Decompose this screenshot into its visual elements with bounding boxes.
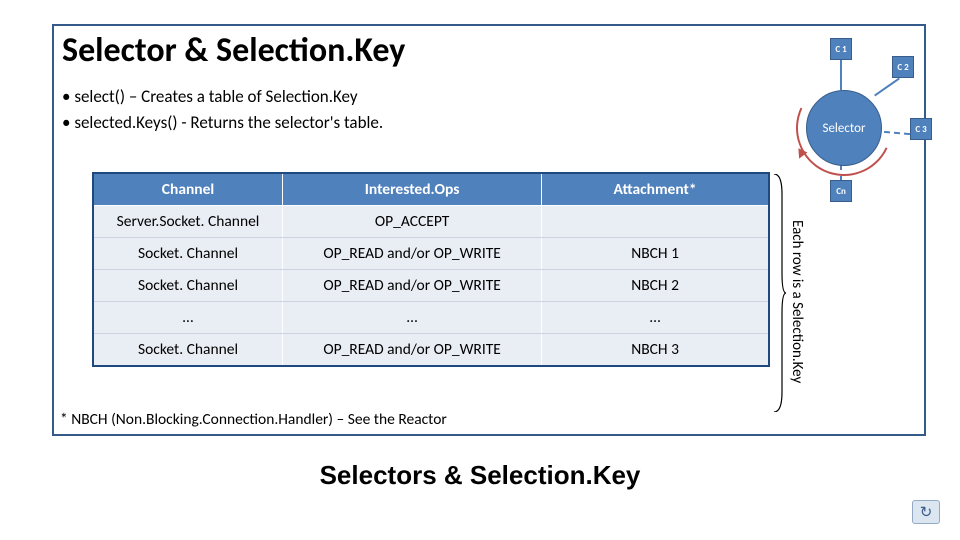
cell-ops: OP_ACCEPT xyxy=(283,206,542,238)
table-row: Socket. Channel OP_READ and/or OP_WRITE … xyxy=(93,270,769,302)
refresh-glyph: ↻ xyxy=(920,503,933,522)
bullet-item: select() – Creates a table of Selection.… xyxy=(62,84,383,110)
col-header-channel: Channel xyxy=(93,173,283,206)
cell-attach: … xyxy=(542,302,769,334)
cell-channel: Server.Socket. Channel xyxy=(93,206,283,238)
channel-node-c1: C 1 xyxy=(830,38,852,60)
cell-ops: OP_READ and/or OP_WRITE xyxy=(283,334,542,367)
bullet-item: selected.Keys() - Returns the selector's… xyxy=(62,110,383,136)
refresh-icon[interactable]: ↻ xyxy=(912,500,940,524)
cell-ops: OP_READ and/or OP_WRITE xyxy=(283,238,542,270)
table-row: … … … xyxy=(93,302,769,334)
side-label: Each row is a Selection.Key xyxy=(788,182,806,422)
table-row: Socket. Channel OP_READ and/or OP_WRITE … xyxy=(93,334,769,367)
cell-channel: Socket. Channel xyxy=(93,238,283,270)
page-title: Selectors & Selection.Key xyxy=(0,460,960,491)
channel-node-cn: Cn xyxy=(830,180,852,202)
channel-node-c3: C 3 xyxy=(910,118,932,140)
table-row: Server.Socket. Channel OP_ACCEPT xyxy=(93,206,769,238)
cell-ops: … xyxy=(283,302,542,334)
slide-title: Selector & Selection.Key xyxy=(62,30,405,71)
bullet-list: select() – Creates a table of Selection.… xyxy=(62,84,383,137)
selector-node: Selector xyxy=(806,90,882,166)
cell-attach: NBCH 1 xyxy=(542,238,769,270)
cell-channel: … xyxy=(93,302,283,334)
selection-key-table: Channel Interested.Ops Attachment* Serve… xyxy=(92,172,770,367)
cell-channel: Socket. Channel xyxy=(93,334,283,367)
selector-diagram: Selector C 1 C 2 C 3 Cn xyxy=(790,80,910,200)
cell-ops: OP_READ and/or OP_WRITE xyxy=(283,270,542,302)
curly-brace-icon xyxy=(772,174,786,412)
col-header-ops: Interested.Ops xyxy=(283,173,542,206)
col-header-attach: Attachment* xyxy=(542,173,769,206)
channel-node-c2: C 2 xyxy=(892,56,914,78)
cell-attach: NBCH 2 xyxy=(542,270,769,302)
cell-channel: Socket. Channel xyxy=(93,270,283,302)
cell-attach: NBCH 3 xyxy=(542,334,769,367)
cell-attach xyxy=(542,206,769,238)
footnote: * NBCH (Non.Blocking.Connection.Handler)… xyxy=(60,410,447,429)
table-row: Socket. Channel OP_READ and/or OP_WRITE … xyxy=(93,238,769,270)
